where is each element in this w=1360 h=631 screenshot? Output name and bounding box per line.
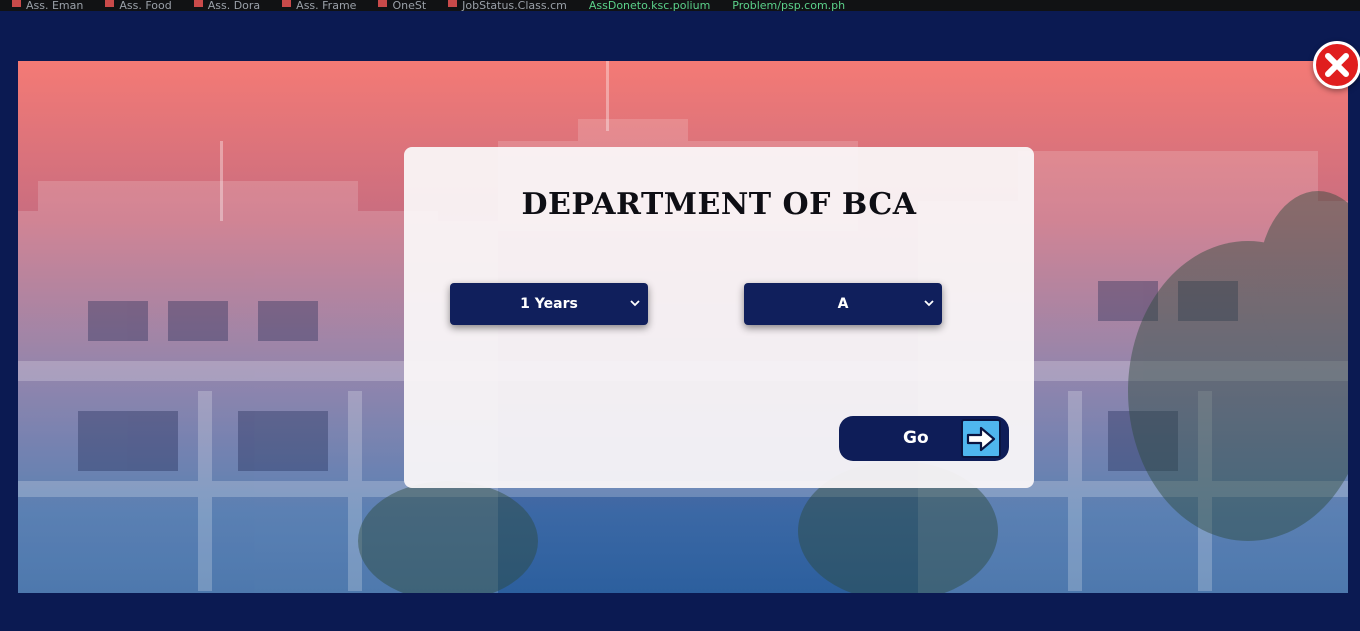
bookmark-item[interactable]: JobStatus.Class.cm: [448, 0, 567, 11]
bookmark-item[interactable]: AssDoneto.ksc.polium: [589, 0, 710, 11]
bookmark-item[interactable]: Ass. Frame: [282, 0, 356, 11]
bookmark-item[interactable]: Ass. Eman: [12, 0, 83, 11]
arrow-right-icon: [961, 419, 1001, 458]
bookmark-icon: [282, 0, 292, 7]
close-x-icon: [1325, 53, 1349, 77]
go-button-label: Go: [903, 428, 929, 448]
bookmark-item[interactable]: Problem/psp.com.ph: [732, 0, 845, 11]
go-button[interactable]: Go: [839, 416, 1009, 461]
bookmark-item[interactable]: Ass. Dora: [193, 0, 260, 11]
bookmark-item[interactable]: Ass. Food: [105, 0, 172, 11]
year-select[interactable]: 1 Years: [450, 283, 648, 325]
year-select-value: 1 Years: [520, 296, 578, 312]
chevron-down-icon: [630, 300, 640, 307]
close-button[interactable]: [1313, 41, 1360, 89]
bookmarks-bar: Ass. Eman Ass. Food Ass. Dora Ass. Frame…: [0, 0, 1360, 11]
bookmark-icon: [12, 0, 21, 7]
bookmark-icon: [378, 0, 388, 7]
dialog-title: DEPARTMENT OF BCA: [521, 187, 917, 222]
bookmark-item[interactable]: OneSt: [378, 0, 426, 11]
section-select[interactable]: A: [744, 283, 942, 325]
department-dialog: DEPARTMENT OF BCA 1 Years A Go: [404, 147, 1034, 488]
bookmark-icon: [105, 0, 115, 7]
bookmark-icon: [448, 0, 458, 7]
bookmark-icon: [193, 0, 203, 7]
section-select-value: A: [837, 296, 849, 312]
chevron-down-icon: [924, 300, 934, 307]
